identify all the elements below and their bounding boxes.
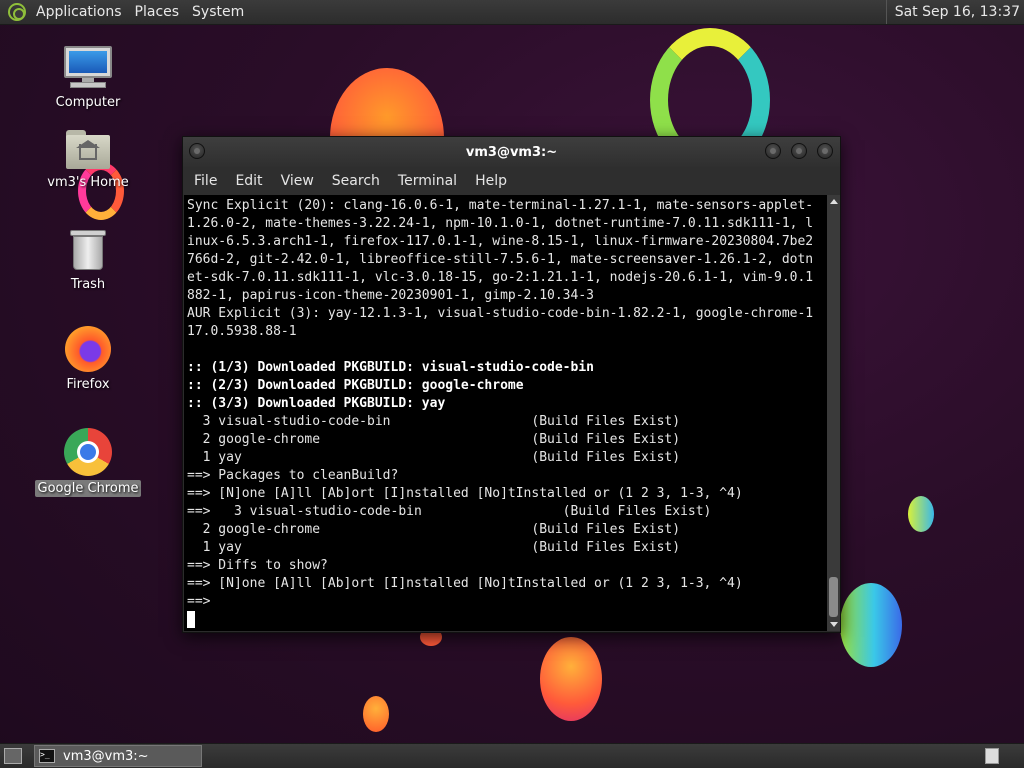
terminal-line: 766d-2, git-2.42.0-1, libreoffice-still-… (187, 252, 814, 267)
terminal-line: inux-6.5.3.arch1-1, firefox-117.0.1-1, w… (187, 234, 814, 249)
firefox-icon (65, 326, 111, 372)
taskbar-window-button[interactable]: >_ vm3@vm3:~ (34, 745, 202, 767)
desktop-icon-chrome[interactable]: Google Chrome (33, 428, 143, 497)
desktop-icon-label: Trash (70, 277, 106, 292)
terminal-line: AUR Explicit (3): yay-12.1.3-1, visual-s… (187, 306, 814, 321)
terminal-line: ==> (187, 594, 211, 609)
window-title: vm3@vm3:~ (465, 145, 558, 160)
terminal-line: 1.26.0-2, mate-themes-3.22.24-1, npm-10.… (187, 216, 814, 231)
wallpaper-cyan-blob (840, 583, 902, 667)
terminal-line: :: (1/3) Downloaded PKGBUILD: visual-stu… (187, 360, 594, 375)
terminal-line: 882-1, papirus-icon-theme-20230901-1, gi… (187, 288, 594, 303)
terminal-line: 1 yay (Build Files Exist) (187, 540, 681, 555)
terminal-scrollbar[interactable] (827, 195, 840, 631)
menu-terminal[interactable]: Terminal (389, 173, 466, 189)
wallpaper-small-cyan-blob (908, 496, 934, 532)
places-menu[interactable]: Places (131, 4, 189, 20)
minimize-button[interactable] (765, 143, 781, 159)
terminal-output[interactable]: Sync Explicit (20): clang-16.0.6-1, mate… (184, 195, 827, 631)
desktop-icon-home[interactable]: vm3's Home (33, 130, 143, 191)
panel-clock[interactable]: Sat Sep 16, 13:37 (885, 0, 1024, 24)
bottom-panel: >_ vm3@vm3:~ (0, 743, 1024, 768)
terminal-line: 3 visual-studio-code-bin (Build Files Ex… (187, 414, 681, 429)
terminal-line: ==> Packages to cleanBuild? (187, 468, 399, 483)
wallpaper-tiny-blob (363, 696, 389, 732)
terminal-titlebar[interactable]: vm3@vm3:~ (183, 137, 840, 167)
terminal-window[interactable]: vm3@vm3:~ File Edit View Search Terminal… (182, 136, 841, 633)
menu-edit[interactable]: Edit (226, 173, 271, 189)
scroll-up-icon[interactable] (830, 199, 838, 204)
system-menu[interactable]: System (188, 4, 253, 20)
desktop-icon-label: vm3's Home (47, 175, 129, 190)
terminal-line: 2 google-chrome (Build Files Exist) (187, 432, 681, 447)
terminal-line: :: (2/3) Downloaded PKGBUILD: google-chr… (187, 378, 524, 393)
show-desktop-icon[interactable] (4, 748, 22, 764)
workspace-switcher[interactable] (985, 748, 999, 764)
top-panel: Applications Places System Sat Sep 16, 1… (0, 0, 1024, 25)
computer-icon (64, 46, 112, 90)
scrollbar-thumb[interactable] (829, 577, 838, 617)
text-cursor (187, 611, 195, 628)
terminal-line: ==> [N]one [A]ll [Ab]ort [I]nstalled [No… (187, 486, 743, 501)
taskbar-window-label: vm3@vm3:~ (63, 748, 149, 764)
terminal-line: :: (3/3) Downloaded PKGBUILD: yay (187, 396, 446, 411)
terminal-line: 2 google-chrome (Build Files Exist) (187, 522, 681, 537)
menu-view[interactable]: View (272, 173, 323, 189)
wallpaper-pink-blob (540, 637, 602, 721)
desktop-icon-label: Google Chrome (34, 480, 142, 497)
terminal-menubar: File Edit View Search Terminal Help (183, 167, 840, 195)
menu-file[interactable]: File (185, 173, 226, 189)
terminal-icon: >_ (39, 749, 55, 763)
terminal-line: et-sdk-7.0.11.sdk111-1, vlc-3.0.18-15, g… (187, 270, 814, 285)
terminal-line: Sync Explicit (20): clang-16.0.6-1, mate… (187, 198, 814, 213)
applications-menu[interactable]: Applications (32, 4, 131, 20)
desktop-icon-firefox[interactable]: Firefox (33, 326, 143, 393)
menu-search[interactable]: Search (323, 173, 389, 189)
terminal-cursor-line (187, 611, 827, 629)
desktop-icon-label: Computer (55, 95, 121, 110)
maximize-button[interactable] (791, 143, 807, 159)
terminal-line: 1 yay (Build Files Exist) (187, 450, 681, 465)
chrome-icon (64, 428, 112, 476)
desktop-icon-computer[interactable]: Computer (33, 46, 143, 111)
desktop-icon-trash[interactable]: Trash (33, 228, 143, 293)
terminal-lines: Sync Explicit (20): clang-16.0.6-1, mate… (187, 197, 827, 611)
mate-logo-icon[interactable] (8, 3, 26, 21)
close-button[interactable] (817, 143, 833, 159)
menu-help[interactable]: Help (466, 173, 516, 189)
desktop-icon-label: Firefox (66, 377, 110, 392)
terminal-line: ==> 3 visual-studio-code-bin (Build File… (187, 504, 712, 519)
home-folder-icon (66, 130, 110, 170)
trash-icon (69, 228, 107, 272)
scroll-down-icon[interactable] (830, 622, 838, 627)
terminal-line: ==> [N]one [A]ll [Ab]ort [I]nstalled [No… (187, 576, 743, 591)
terminal-line: ==> Diffs to show? (187, 558, 328, 573)
terminal-line: 17.0.5938.88-1 (187, 324, 297, 339)
